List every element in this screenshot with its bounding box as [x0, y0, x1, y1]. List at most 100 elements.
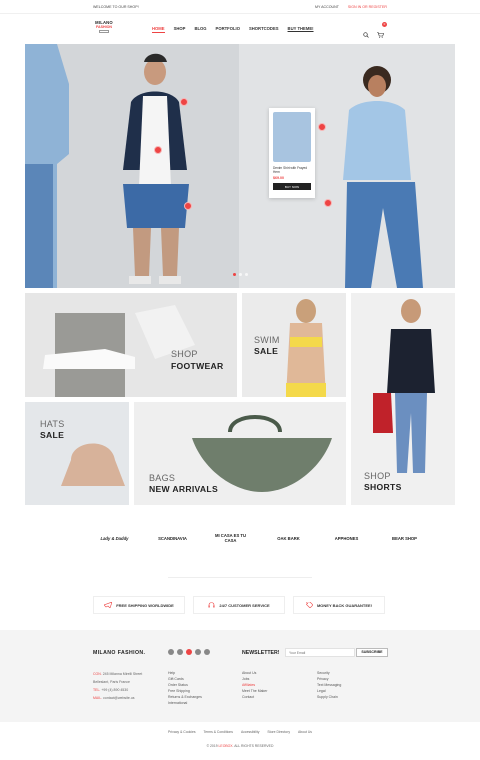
footwear-image — [43, 305, 195, 397]
pinterest-icon[interactable] — [204, 649, 210, 655]
cart-icon[interactable]: 0 — [377, 22, 387, 38]
swim-title: SWIM — [254, 335, 280, 345]
banner-hats[interactable]: HATS SALE — [25, 402, 129, 505]
nav-buy-theme[interactable]: BUY THEME! — [288, 26, 314, 33]
swim-subtitle: SALE — [254, 346, 279, 356]
buy-now-button[interactable]: BUY NOW — [273, 183, 311, 190]
brand-logo-2[interactable]: SCANDINAVIA — [155, 536, 190, 541]
brand-logo-5[interactable]: APPHONES — [329, 536, 364, 541]
feature-service: 24/7 CUSTOMER SERVICE — [193, 596, 285, 614]
footwear-subtitle: FOOTWEAR — [171, 361, 224, 371]
header: MILANO FASHION HOME SHOP BLOG PORTFOLIO … — [0, 14, 480, 44]
banner-bags[interactable]: BAGS NEW ARRIVALS — [134, 402, 346, 505]
brand-logo-1[interactable]: Lady & Daddy — [97, 536, 132, 541]
swim-image — [286, 299, 326, 397]
newsletter-email-input[interactable] — [285, 648, 355, 657]
shorts-subtitle: SHORTS — [364, 482, 402, 492]
feature-service-label: 24/7 CUSTOMER SERVICE — [219, 602, 270, 608]
mail-label: MAIL. — [93, 696, 103, 700]
feature-guarantee: MONEY BACK GUARANTEE! — [293, 596, 385, 614]
phone-value: +99 (4) 890 4530 — [101, 688, 129, 692]
copyright-brand[interactable]: LEOBOX — [219, 744, 233, 748]
product-popup-card: Denim Shirt with Frayed Hem $69.00 BUY N… — [269, 108, 315, 198]
search-icon[interactable] — [363, 25, 369, 38]
bottom-link[interactable]: Accessibility — [241, 730, 259, 734]
bottom-link[interactable]: Terms & Conditions — [204, 730, 233, 734]
nav-portfolio[interactable]: PORTFOLIO — [216, 26, 240, 33]
social-icons — [168, 649, 210, 655]
hotspot-1[interactable] — [180, 98, 188, 106]
nav-shop[interactable]: SHOP — [174, 26, 186, 33]
banner-shorts[interactable]: SHOP SHORTS — [351, 293, 455, 505]
footer-address: CON. 245 Milanna Mirelli Street Bellesla… — [93, 670, 142, 702]
feature-shipping-label: FREE SHIPPING WORLDWIDE — [116, 602, 174, 608]
product-name[interactable]: Denim Shirt with Frayed Hem — [273, 166, 311, 174]
footer-link[interactable]: International — [168, 700, 202, 706]
bottom-link[interactable]: About Us — [298, 730, 312, 734]
newsletter-title: NEWSLETTER! — [242, 650, 280, 656]
hotspot-5[interactable] — [324, 199, 332, 207]
sign-in-link[interactable]: SIGN IN OR REGISTER — [348, 5, 387, 9]
hats-subtitle: SALE — [40, 430, 65, 440]
features-row: FREE SHIPPING WORLDWIDE 24/7 CUSTOMER SE… — [93, 596, 385, 614]
brand-logo-4[interactable]: OAK BARK — [271, 536, 306, 541]
hotspot-3[interactable] — [184, 202, 192, 210]
slider-dot-3[interactable] — [245, 273, 248, 276]
instagram-icon[interactable] — [195, 649, 201, 655]
nav-blog[interactable]: BLOG — [194, 26, 206, 33]
account-links: MY ACCOUNT SIGN IN OR REGISTER — [307, 5, 387, 9]
copyright-year: © 2019 — [206, 744, 218, 748]
slider-dot-1[interactable] — [233, 273, 236, 276]
cart-count-badge: 0 — [382, 22, 387, 27]
footer-brand: MILANO FASHION. — [93, 650, 146, 656]
bags-subtitle: NEW ARRIVALS — [149, 484, 219, 494]
hero-slider[interactable]: Denim Shirt with Frayed Hem $69.00 BUY N… — [25, 44, 455, 288]
address-label: CON. — [93, 672, 102, 676]
google-plus-icon[interactable] — [177, 649, 183, 655]
footer-col-about: About Us Jobs Affiliates Meet The Maker … — [242, 670, 267, 700]
tag-icon — [305, 602, 313, 608]
bottom-link[interactable]: Store Directory — [267, 730, 290, 734]
plane-icon — [104, 602, 113, 608]
nav-shortcodes[interactable]: SHORTCODES — [249, 26, 279, 33]
twitter-icon[interactable] — [168, 649, 174, 655]
footer-link[interactable]: Supply Chain — [317, 694, 341, 700]
footwear-title: SHOP — [171, 349, 198, 359]
divider — [168, 577, 312, 578]
footer-link[interactable]: Contact — [242, 694, 267, 700]
banner-swim[interactable]: SWIM SALE — [242, 293, 346, 397]
nav-home[interactable]: HOME — [152, 26, 165, 33]
bags-title: BAGS — [149, 473, 176, 483]
product-price: $69.00 — [273, 176, 284, 180]
product-image[interactable] — [273, 112, 311, 162]
hero-left-panel — [25, 44, 239, 288]
page: WELCOME TO OUR SHOP! MY ACCOUNT SIGN IN … — [0, 0, 480, 760]
logo-ornament — [99, 30, 109, 33]
subscribe-button[interactable]: SUBSCRIBE — [356, 648, 388, 657]
logo[interactable]: MILANO FASHION — [93, 20, 115, 38]
banner-footwear[interactable]: SHOP FOOTWEAR — [25, 293, 237, 397]
hotspot-4[interactable] — [318, 123, 326, 131]
slider-dots — [233, 273, 248, 276]
mail-value[interactable]: contact@website.us — [103, 696, 134, 700]
top-bar: WELCOME TO OUR SHOP! MY ACCOUNT SIGN IN … — [0, 0, 480, 14]
shorts-title: SHOP — [364, 471, 391, 481]
logo-line2: FASHION — [96, 25, 112, 29]
hats-image — [61, 443, 125, 486]
facebook-icon[interactable] — [186, 649, 192, 655]
brand-logo-6[interactable]: BEAR SHOP — [387, 536, 422, 541]
slider-dot-2[interactable] — [239, 273, 242, 276]
copyright: © 2019 LEOBOX. ALL RIGHTS RESERVED — [0, 744, 480, 748]
bottom-link[interactable]: Privacy & Cookies — [168, 730, 196, 734]
feature-shipping: FREE SHIPPING WORLDWIDE — [93, 596, 185, 614]
welcome-text: WELCOME TO OUR SHOP! — [93, 4, 139, 9]
footer-col-help: Help Gift Cards Order Status Free Shippi… — [168, 670, 202, 706]
headset-icon — [208, 602, 215, 608]
feature-guarantee-label: MONEY BACK GUARANTEE! — [316, 602, 373, 608]
address-line2: Belleslant, Paris France — [93, 680, 130, 684]
brand-logo-3[interactable]: MI CASA ES TU CASA — [213, 533, 248, 543]
main-nav: HOME SHOP BLOG PORTFOLIO SHORTCODES BUY … — [152, 26, 314, 33]
hotspot-2[interactable] — [154, 146, 162, 154]
my-account-link[interactable]: MY ACCOUNT — [315, 5, 339, 9]
phone-label: TEL. — [93, 688, 101, 692]
